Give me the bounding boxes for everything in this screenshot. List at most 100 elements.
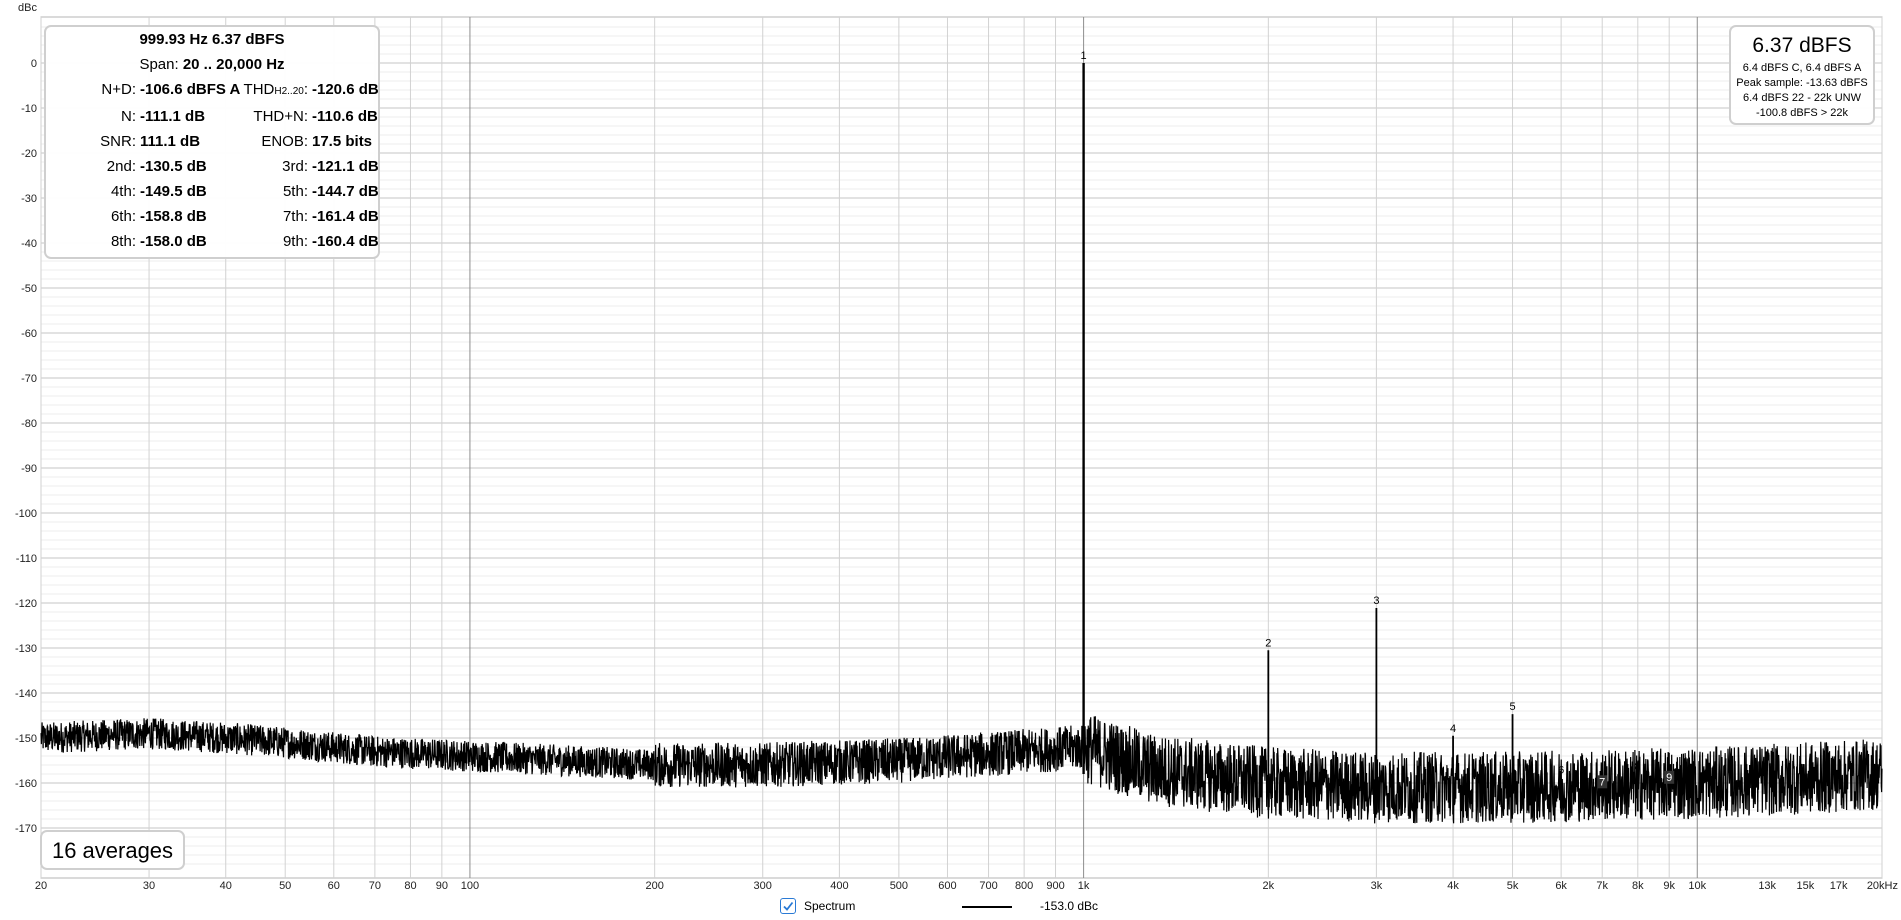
y-tick-label: -30 (21, 193, 37, 205)
harmonic-label: 6 (1558, 765, 1564, 777)
spectrum-checkbox[interactable] (780, 898, 796, 914)
y-axis-label: dBc (18, 2, 37, 14)
x-tick-label: 20 (35, 880, 47, 892)
x-tick-label: 70 (369, 880, 381, 892)
x-tick-label: 15k (1796, 880, 1814, 892)
harmonic-label: 8 (1635, 761, 1641, 773)
stat-value: 111.1 dB (140, 133, 201, 150)
legend-label[interactable]: Spectrum (804, 899, 855, 913)
checkmark-icon (783, 901, 794, 911)
stat-label: N: (121, 108, 136, 125)
stat-value: -120.6 dB (312, 81, 379, 98)
stat-value: -144.7 dB (312, 183, 379, 200)
x-tick-label: 400 (830, 880, 848, 892)
stat-label: SNR: (100, 133, 136, 150)
stat-label: N+D: (101, 81, 136, 98)
y-tick-label: -160 (15, 778, 37, 790)
stat-value: -149.5 dB (140, 183, 207, 200)
x-tick-label: 100 (461, 880, 479, 892)
stat-label: ENOB: (261, 133, 308, 150)
y-tick-label: -120 (15, 598, 37, 610)
harmonic-label: 5 (1509, 701, 1515, 713)
x-tick-label: 50 (279, 880, 291, 892)
stat-label: 5th: (282, 183, 308, 200)
x-tick-label: 13k (1758, 880, 1776, 892)
x-tick-label: 8k (1632, 880, 1644, 892)
x-tick-label: 10k (1688, 880, 1706, 892)
harmonic-label: 2 (1265, 637, 1271, 649)
stat-value: -161.4 dB (312, 208, 379, 225)
stat-label: 6th: (110, 208, 136, 225)
x-tick-label: 7k (1596, 880, 1608, 892)
stat-value: 17.5 bits (312, 133, 373, 150)
level-main-readout: 6.37 dBFS (1752, 34, 1852, 57)
stat-value: -110.6 dB (312, 108, 378, 125)
level-line: Peak sample: -13.63 dBFS (1736, 77, 1868, 89)
y-tick-label: -170 (15, 823, 37, 835)
stat-label: THD+N: (253, 108, 308, 125)
harmonic-label: 3 (1373, 595, 1379, 607)
y-tick-label: -40 (21, 238, 37, 250)
x-tick-label: 800 (1015, 880, 1033, 892)
y-tick-label: -70 (21, 373, 37, 385)
stat-value: -106.6 dBFS A (140, 81, 241, 98)
x-tick-label: 9k (1663, 880, 1675, 892)
harmonic-label: 1 (1081, 50, 1087, 62)
x-tick-label: 300 (754, 880, 772, 892)
stat-label: THDH2..20: (243, 81, 308, 98)
y-tick-label: -140 (15, 688, 37, 700)
level-panel: 6.37 dBFS 6.4 dBFS C, 6.4 dBFS A Peak sa… (1729, 25, 1875, 125)
stat-value: -130.5 dB (140, 158, 207, 175)
stat-label: 2nd: (106, 158, 136, 175)
x-tick-label: 80 (404, 880, 416, 892)
fundamental-readout: 999.93 Hz 6.37 dBFS (139, 31, 285, 48)
stat-label: 7th: (282, 208, 308, 225)
stat-label: 3rd: (282, 158, 308, 175)
y-tick-label: -50 (21, 283, 37, 295)
x-tick-label: 500 (890, 880, 908, 892)
stat-label: 9th: (282, 233, 308, 250)
y-tick-label: -110 (16, 553, 37, 565)
y-tick-label: -10 (21, 103, 37, 115)
x-tick-label: 17k (1830, 880, 1848, 892)
x-tick-label: 90 (436, 880, 448, 892)
y-tick-label: -60 (21, 328, 37, 340)
x-tick-label: 5k (1507, 880, 1519, 892)
x-tick-label: 20kHz (1867, 880, 1898, 892)
x-tick-label: 900 (1046, 880, 1064, 892)
x-tick-label: 60 (328, 880, 340, 892)
stats-grid: N+D: -106.6 dBFS A THDH2..20: -120.6 dB N: -1… (46, 77, 379, 254)
y-tick-label: -80 (21, 418, 37, 430)
x-tick-label: 700 (979, 880, 997, 892)
legend-line-swatch (962, 906, 1012, 908)
y-tick-label: -100 (15, 508, 37, 520)
measurement-stats-panel: 999.93 Hz 6.37 dBFS Span: 20 .. 20,000 H… (44, 25, 380, 259)
level-line: 6.4 dBFS 22 - 22k UNW (1743, 92, 1861, 104)
y-tick-label: 0 (31, 58, 37, 70)
x-tick-label: 6k (1555, 880, 1567, 892)
harmonic-label: 7 (1599, 776, 1605, 788)
y-tick-label: -130 (15, 643, 37, 655)
legend-value: -153.0 dBc (1040, 899, 1099, 913)
x-tick-label: 2k (1263, 880, 1275, 892)
stat-value: -160.4 dB (312, 233, 379, 250)
harmonic-label: 9 (1666, 772, 1672, 784)
x-tick-label: 40 (220, 880, 232, 892)
stat-value: -111.1 dB (140, 108, 206, 125)
x-tick-label: 200 (645, 880, 663, 892)
stat-value: -121.1 dB (312, 158, 379, 175)
stat-label: 8th: (110, 233, 136, 250)
y-tick-label: -90 (21, 463, 37, 475)
x-tick-label: 1k (1078, 880, 1090, 892)
harmonic-label: 4 (1450, 723, 1456, 735)
y-tick-label: -150 (15, 733, 37, 745)
x-tick-label: 600 (938, 880, 956, 892)
level-line: 6.4 dBFS C, 6.4 dBFS A (1742, 62, 1862, 74)
x-tick-label: 3k (1371, 880, 1383, 892)
span-readout: Span: 20 .. 20,000 Hz (139, 56, 285, 73)
y-tick-label: -20 (21, 148, 37, 160)
stat-value: -158.8 dB (140, 208, 207, 225)
stat-label: 4th: (110, 183, 136, 200)
x-tick-label: 4k (1447, 880, 1459, 892)
averages-badge: 16 averages (40, 830, 185, 870)
